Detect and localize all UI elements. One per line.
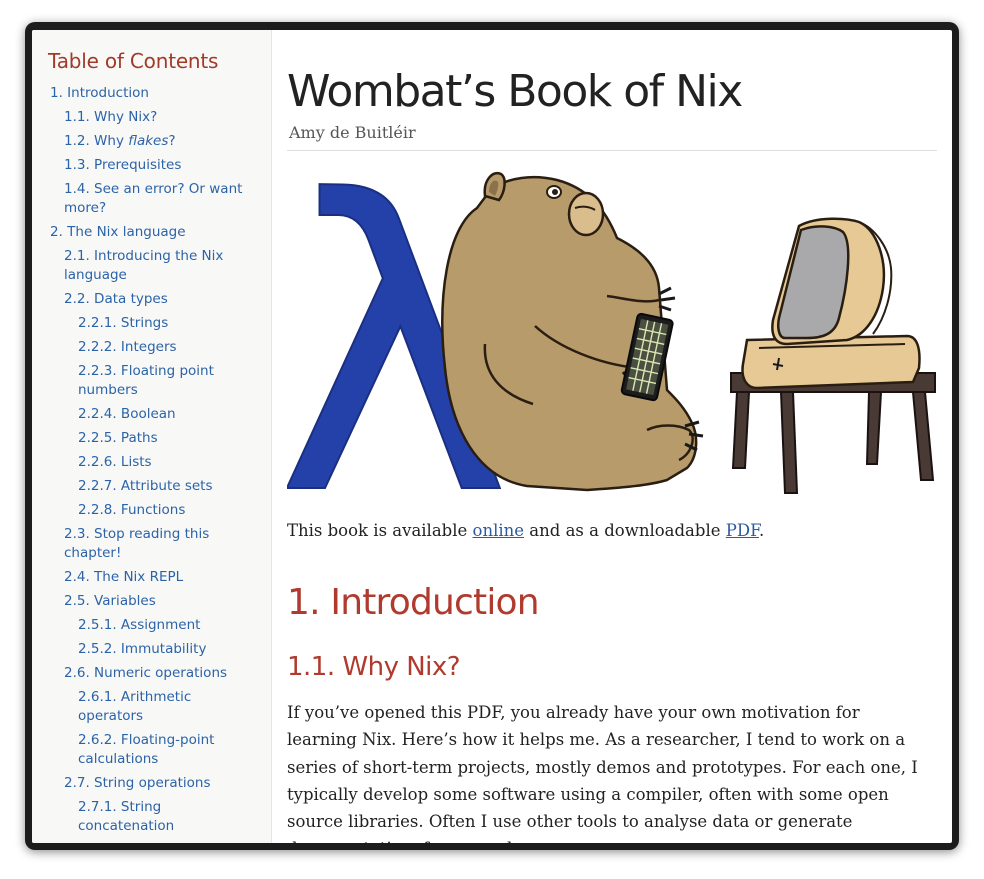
- table: [730, 372, 936, 494]
- section-heading: 1. Introduction: [287, 582, 540, 623]
- toc-item[interactable]: 2.2.7. Attribute sets: [32, 477, 271, 496]
- book-title: Wombat’s Book of Nix: [287, 66, 743, 117]
- toc-item[interactable]: 2.2.3. Floating point numbers: [32, 362, 271, 400]
- toc-item[interactable]: 1.2. Why flakes?: [32, 132, 271, 151]
- toc-item[interactable]: 2.2.6. Lists: [32, 453, 271, 472]
- toc-item[interactable]: 2.2.2. Integers: [32, 338, 271, 357]
- toc-item[interactable]: 2.7.1. String concatenation: [32, 798, 271, 836]
- toc-list: 1. Introduction 1.1. Why Nix? 1.2. Why fla…: [32, 84, 271, 841]
- toc-item[interactable]: 2.2.8. Functions: [32, 501, 271, 520]
- pdf-link[interactable]: PDF: [726, 521, 759, 540]
- toc-item[interactable]: 2.5. Variables: [32, 592, 271, 611]
- toc-sidebar: Table of Contents 1. Introduction 1.1. Wh…: [32, 30, 272, 843]
- availability-line: This book is available online and as a d…: [287, 519, 764, 543]
- toc-item[interactable]: 2. The Nix language: [32, 223, 271, 242]
- toc-item[interactable]: 2.6.1. Arithmetic operators: [32, 688, 271, 726]
- book-viewer-window: Table of Contents 1. Introduction 1.1. Wh…: [32, 30, 952, 843]
- toc-item[interactable]: 2.2.5. Paths: [32, 429, 271, 448]
- availability-text-mid: and as a downloadable: [524, 521, 726, 540]
- toc-item[interactable]: 1.3. Prerequisites: [32, 156, 271, 175]
- toc-item[interactable]: 1.1. Why Nix?: [32, 108, 271, 127]
- body-paragraph: If you’ve opened this PDF, you already h…: [287, 703, 918, 843]
- retro-computer: [741, 217, 921, 390]
- toc-item[interactable]: 2.5.1. Assignment: [32, 616, 271, 635]
- toc-item[interactable]: 2.3. Stop reading this chapter!: [32, 525, 271, 563]
- toc-item[interactable]: 1. Introduction: [32, 84, 271, 103]
- wombat-illustration: λ: [287, 168, 936, 500]
- toc-item[interactable]: 2.6.2. Floating-point calculations: [32, 731, 271, 769]
- toc-title: Table of Contents: [48, 49, 219, 73]
- subsection-heading: 1.1. Why Nix?: [287, 652, 461, 682]
- book-author: Amy de Buitléir: [289, 123, 416, 142]
- toc-item[interactable]: 2.4. The Nix REPL: [32, 568, 271, 587]
- availability-text: This book is available: [287, 521, 473, 540]
- toc-item[interactable]: 2.2. Data types: [32, 290, 271, 309]
- title-divider: [287, 150, 937, 151]
- toc-item[interactable]: 2.1. Introducing the Nix language: [32, 247, 271, 285]
- toc-item[interactable]: 2.6. Numeric operations: [32, 664, 271, 683]
- main-content: Wombat’s Book of Nix Amy de Buitléir λ T…: [287, 30, 937, 843]
- toc-item[interactable]: 2.2.4. Boolean: [32, 405, 271, 424]
- toc-item[interactable]: 1.4. See an error? Or want more?: [32, 180, 271, 218]
- online-link[interactable]: online: [473, 521, 525, 540]
- toc-item[interactable]: 2.7. String operations: [32, 774, 271, 793]
- availability-text-end: .: [758, 521, 765, 540]
- toc-item[interactable]: 2.5.2. Immutability: [32, 640, 271, 659]
- toc-item[interactable]: 2.2.1. Strings: [32, 314, 271, 333]
